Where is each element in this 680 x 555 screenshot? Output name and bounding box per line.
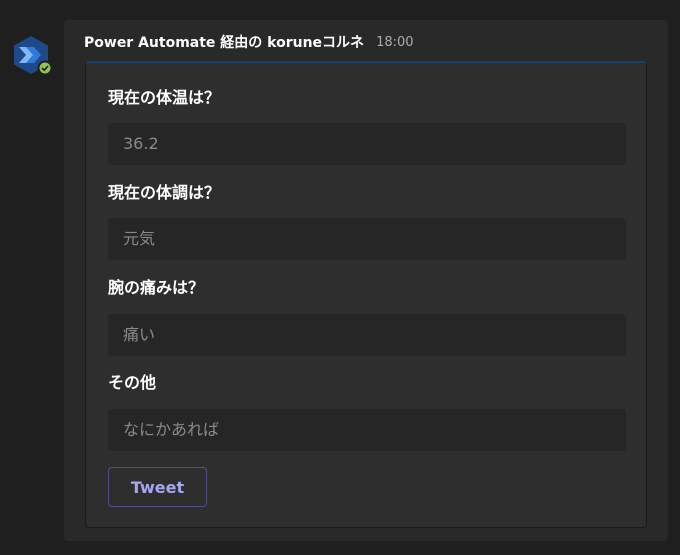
arm-pain-label: 腕の痛みは？ <box>108 278 205 297</box>
bot-avatar[interactable] <box>10 34 53 76</box>
other-input[interactable] <box>108 409 626 451</box>
tweet-button[interactable]: Tweet <box>108 467 207 507</box>
chat-message: Power Automate 経由の koruneコルネ 18:00 現在の体温… <box>64 20 668 541</box>
status-available-icon <box>37 60 53 76</box>
temperature-label: 現在の体温は？ <box>108 88 221 107</box>
condition-label: 現在の体調は？ <box>108 183 221 202</box>
arm-pain-input[interactable] <box>108 314 626 356</box>
power-automate-icon <box>14 36 53 76</box>
sender-name[interactable]: Power Automate 経由の koruneコルネ <box>84 32 364 52</box>
temperature-input[interactable] <box>108 123 626 165</box>
adaptive-card: 現在の体温は？ 現在の体調は？ 腕の痛みは？ その他 Tweet <box>85 61 647 528</box>
message-timestamp: 18:00 <box>376 34 414 50</box>
message-header: Power Automate 経由の koruneコルネ 18:00 <box>84 32 414 52</box>
condition-input[interactable] <box>108 218 626 260</box>
other-label: その他 <box>108 373 157 392</box>
